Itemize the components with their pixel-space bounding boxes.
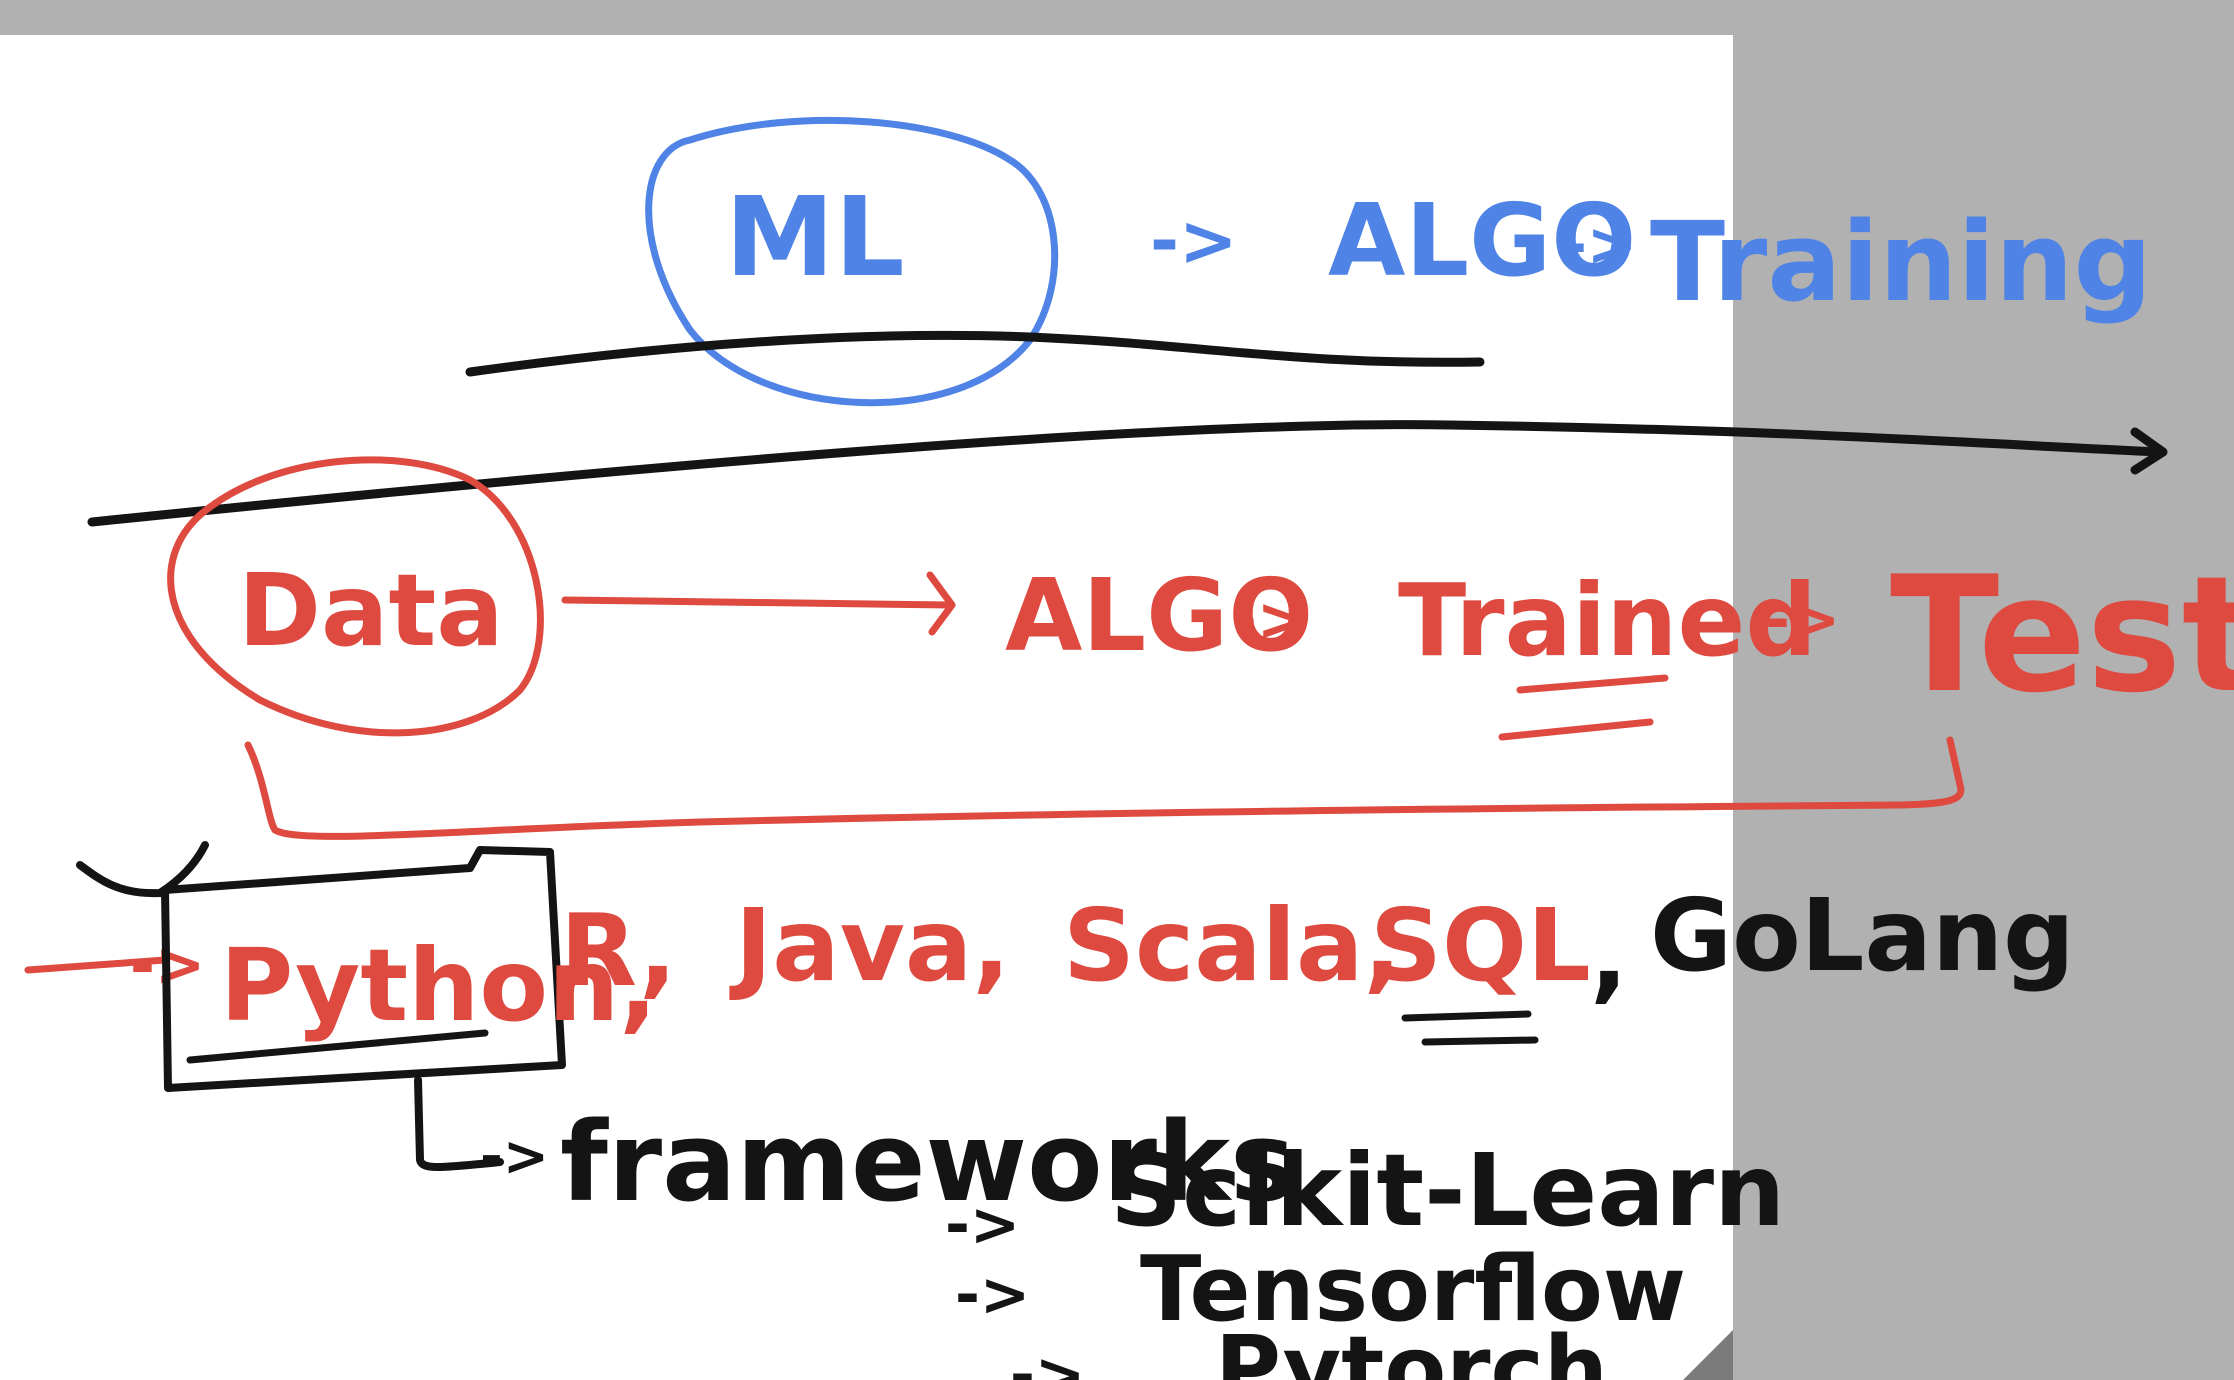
flow-arrow-2: -> (1765, 585, 1840, 655)
r-label: R, (560, 892, 677, 1009)
frameworks-arrow: -> (480, 1124, 549, 1188)
java-label: Java, (729, 887, 1010, 1004)
data-to-algo-arrow-line (561, 596, 954, 609)
whiteboard-stage: ML -> ALGO -> Training Data ALGO -> Trai… (0, 0, 2234, 1380)
framework-item-3: Pytorch (1215, 1317, 1608, 1380)
training-label: Training (1650, 198, 2152, 326)
flow-arrow-1: -> (1232, 585, 1307, 655)
ml-label: ML (725, 173, 905, 301)
sql-underline-1 (1401, 1010, 1532, 1022)
comma-label: , (1590, 897, 1628, 1014)
top-arrow-2: -> (1562, 210, 1637, 280)
data-label: Data (238, 552, 504, 669)
framework-arrow-2: -> (955, 1260, 1030, 1330)
golang-label: GoLang (1650, 877, 2075, 994)
test-label: Test (1890, 541, 2234, 728)
top-arrow-1: -> (1150, 200, 1238, 282)
framework-arrow-1: -> (945, 1190, 1020, 1260)
trained-label: Trained (1398, 562, 1817, 679)
sql-underline-2 (1421, 1036, 1539, 1046)
sql-label: SQL (1370, 887, 1591, 1004)
scala-label: Scala, (1063, 887, 1402, 1004)
framework-arrow-3: -> (1010, 1340, 1085, 1380)
framework-item-1: Scikit-Learn (1110, 1132, 1785, 1249)
handwritten-diagram: ML -> ALGO -> Training Data ALGO -> Trai… (0, 35, 2234, 1380)
